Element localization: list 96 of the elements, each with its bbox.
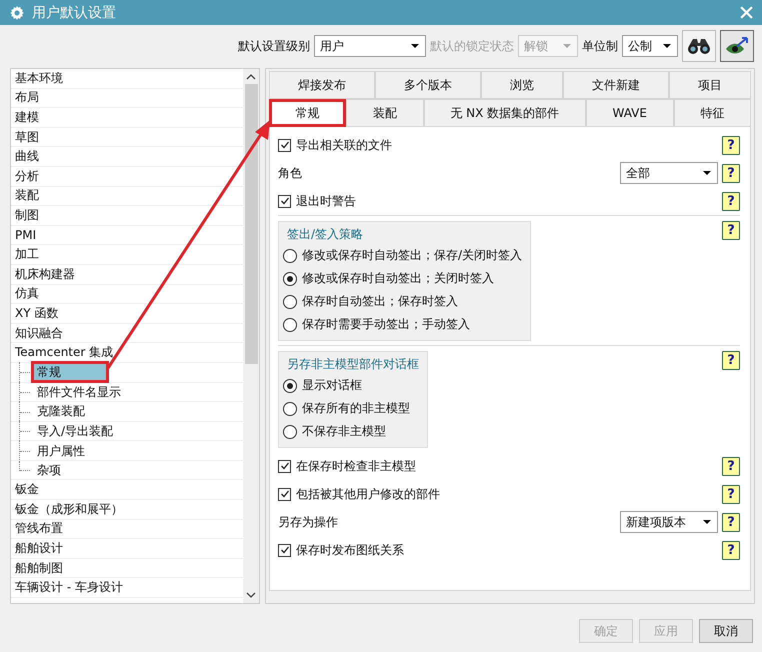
checkbox-label: 导出相关联的文件 [296,136,392,154]
radio-label: 保存时自动签出；保存时签入 [302,293,458,310]
scroll-up-icon[interactable] [246,74,256,80]
checkbox[interactable] [278,194,291,208]
tab[interactable]: 装配 [346,99,424,127]
window-title: 用户默认设置 [32,4,117,22]
caret-icon [563,44,571,48]
checkbox-label: 保存时发布图纸关系 [296,542,404,558]
tab[interactable]: 无 NX 数据集的部件 [424,99,586,127]
radio-label: 不保存非主模型 [302,423,386,440]
tree-item[interactable]: 建模 [11,108,243,128]
tree-item[interactable]: 装配 [11,186,243,206]
lock-state-label: 默认的锁定状态 [430,38,514,54]
radio-button[interactable] [283,294,297,308]
radio-button[interactable] [283,424,297,438]
eye-arrow-icon [725,36,749,56]
tree-item[interactable]: 加工 [11,245,243,265]
radio-label: 修改或保存时自动签出；保存/关闭时签入 [302,247,522,264]
checkbox-label: 退出时警告 [296,192,356,210]
tab[interactable]: 特征 [674,99,751,127]
tab[interactable]: 项目 [669,71,751,99]
binoculars-icon [687,37,711,55]
caret-icon [411,44,419,48]
tab[interactable]: 焊接发布 [269,71,375,99]
checkbox[interactable] [278,488,291,500]
tree-item[interactable]: 导入/导出装配 [33,422,118,440]
help-icon[interactable]: ? [722,351,740,370]
group-title: 签出/签入策略 [286,226,364,243]
tree-item[interactable]: 杂项 [33,461,65,480]
gear-icon [9,4,25,20]
tree-item[interactable]: XY 函数 [11,304,243,324]
group-title: 另存非主模型部件对话框 [286,356,419,373]
tab[interactable]: WAVE [586,99,674,127]
radio-label: 修改或保存时自动签出；关闭时签入 [302,270,494,287]
checkbox[interactable] [278,138,291,152]
radio-button[interactable] [283,272,297,286]
tree-item[interactable]: 用户属性 [33,442,89,460]
close-icon[interactable] [740,6,753,19]
tree-item[interactable]: 钣金（成形和展平） [11,500,243,520]
caret-icon [703,171,711,175]
tree-item[interactable]: 船舶设计 [11,539,243,559]
help-icon[interactable]: ? [722,512,740,532]
help-icon[interactable]: ? [722,540,740,560]
caret-icon [703,520,711,524]
checkbox[interactable] [278,460,291,472]
tree-item[interactable]: 部件文件名显示 [33,382,125,401]
radio-button[interactable] [283,318,297,332]
tab[interactable]: 文件新建 [563,71,669,99]
radio-label: 显示对话框 [302,377,362,394]
help-icon[interactable]: ? [722,221,740,240]
tree-item[interactable]: 仿真 [11,284,243,304]
help-icon[interactable]: ? [722,136,740,154]
tree-item[interactable]: 布局 [11,88,243,108]
setting-dropdown[interactable]: 全部 [620,162,718,184]
tree-item[interactable]: PMI [11,226,243,246]
tree-item[interactable]: 管线布置 [11,520,243,540]
help-icon[interactable]: ? [722,192,740,210]
radio-button[interactable] [283,248,297,262]
tab[interactable]: 多个版本 [375,71,481,99]
checkbox-label: 在保存时检查非主模型 [296,458,416,474]
level-dropdown[interactable]: 用户 [314,35,426,57]
tree-item[interactable]: 车辆设计 - 车身设计 [11,578,243,598]
tree-item[interactable]: 草图 [11,128,243,148]
radio-button[interactable] [283,402,297,416]
tab[interactable]: 浏览 [481,71,563,99]
units-label: 单位制 [582,38,618,54]
help-icon[interactable]: ? [722,164,740,182]
checkbox[interactable] [278,544,291,556]
checkbox-label: 包括被其他用户修改的部件 [296,486,440,502]
radio-label: 保存所有的非主模型 [302,400,410,417]
help-icon[interactable]: ? [722,456,740,476]
tree-item[interactable]: 钣金 [11,480,243,500]
tree-item[interactable]: 曲线 [11,147,243,167]
scrollbar[interactable] [243,69,259,603]
tree-item[interactable]: 制图 [11,206,243,226]
radio-button[interactable] [283,378,297,392]
setting-label: 角色 [278,164,302,182]
dialog-button[interactable]: 取消 [699,619,753,643]
scroll-down-icon[interactable] [246,592,256,598]
tree-item[interactable]: 知识融合 [11,324,243,344]
caret-icon [663,44,671,48]
tree-item[interactable]: 船舶制图 [11,558,243,578]
level-label: 默认设置级别 [238,38,310,54]
help-icon[interactable]: ? [722,484,740,504]
units-dropdown[interactable]: 公制 [622,35,678,57]
tree-item[interactable]: 分析 [11,166,243,187]
tree-item[interactable]: 基本环境 [11,69,243,89]
radio-label: 保存时需要手动签出；手动签入 [302,316,470,333]
setting-label: 另存为操作 [278,514,338,530]
binoculars-button[interactable] [682,30,716,62]
tab[interactable]: 常规 [269,99,346,127]
tree-item[interactable]: 克隆装配 [33,402,89,420]
eye-button[interactable] [720,30,754,62]
setting-dropdown[interactable]: 新建项版本 [620,511,718,533]
tree-item[interactable]: 常规 [33,363,107,382]
tree-item[interactable]: 机床构建器 [11,264,243,285]
